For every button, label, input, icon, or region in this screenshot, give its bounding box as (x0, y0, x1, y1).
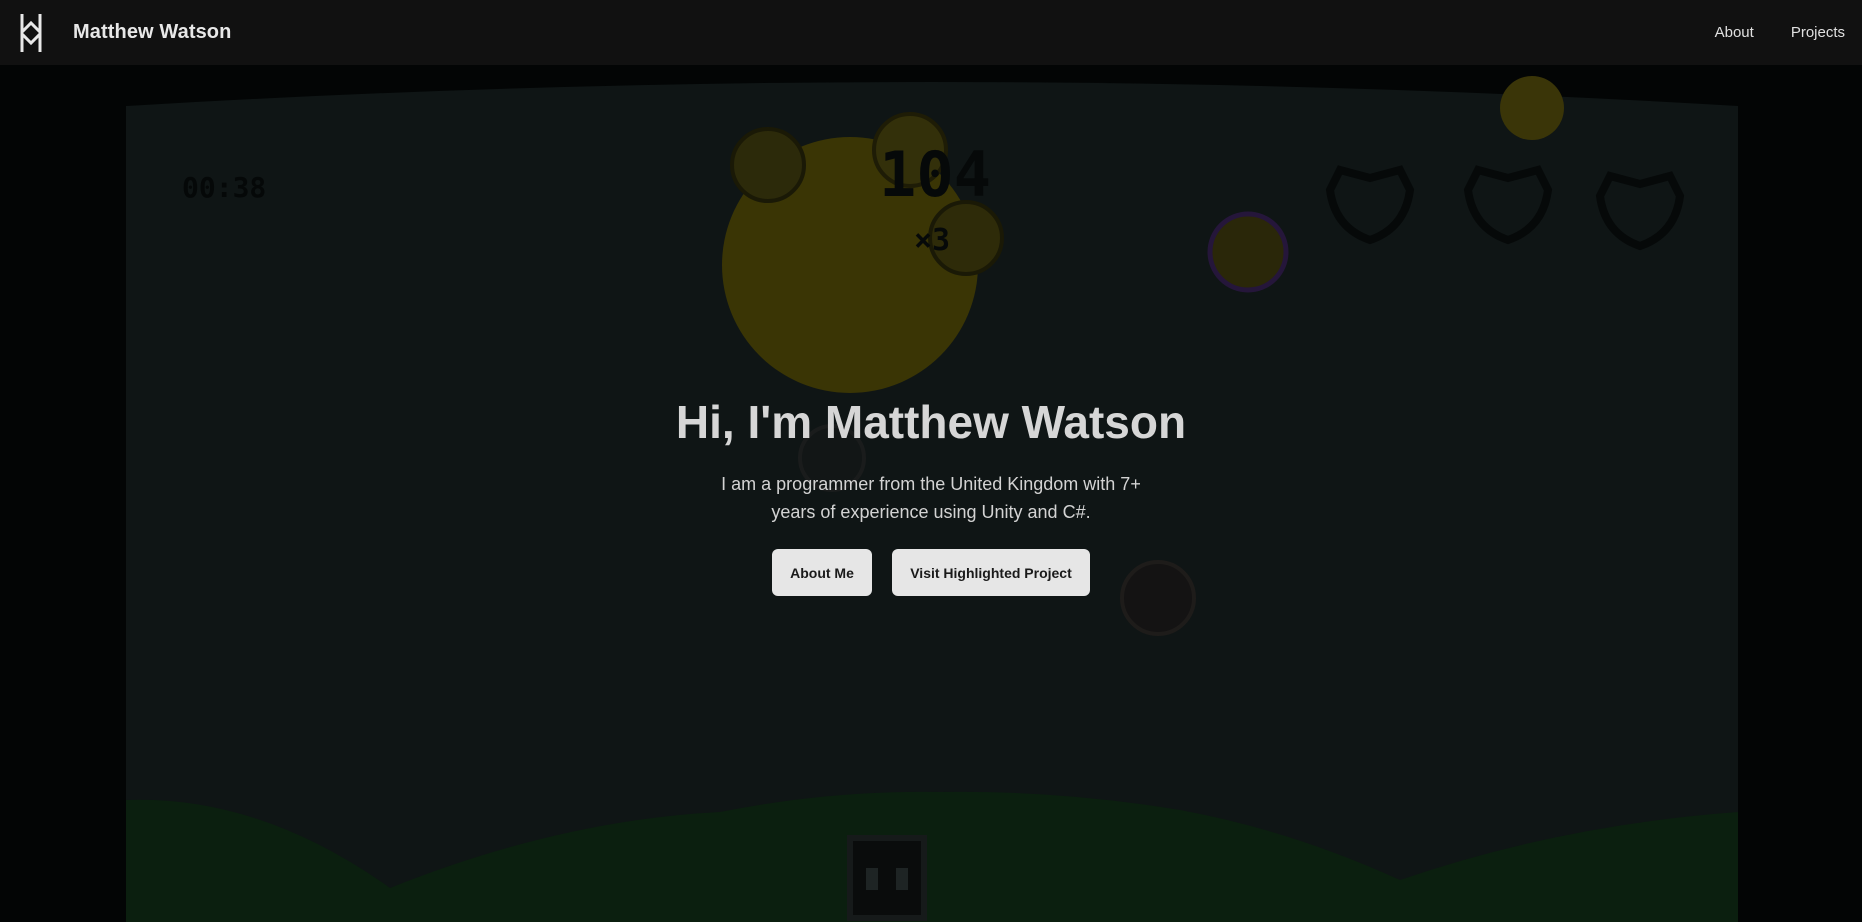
hero-subtitle: I am a programmer from the United Kingdo… (721, 474, 1141, 522)
brand-name: Matthew Watson (73, 21, 232, 43)
game-timer: 00:38 (182, 171, 266, 204)
mw-logo-icon (20, 13, 42, 52)
hero-buttons: About Me Visit Highlighted Project (0, 549, 1862, 596)
about-me-button[interactable]: About Me (772, 549, 872, 596)
page: 00:38 104 ×3 Matthew Watson About Projec… (0, 0, 1862, 922)
visit-highlighted-project-button[interactable]: Visit Highlighted Project (892, 549, 1090, 596)
coin-shape (730, 127, 806, 203)
game-score: 104 (879, 138, 991, 211)
game-multiplier: ×3 (914, 223, 950, 258)
nav-link-about[interactable]: About (1715, 24, 1754, 41)
brand-link[interactable]: Matthew Watson (20, 12, 231, 54)
player-character-icon (847, 835, 927, 921)
coin-shape (1207, 211, 1289, 293)
nav-links: About Projects (1678, 0, 1845, 65)
navbar: Matthew Watson About Projects (0, 0, 1862, 65)
hero-section: Hi, I'm Matthew Watson I am a programmer… (0, 398, 1862, 596)
hero-title: Hi, I'm Matthew Watson (675, 396, 1187, 448)
coin-shape (1500, 76, 1564, 140)
nav-link-projects[interactable]: Projects (1791, 24, 1845, 41)
